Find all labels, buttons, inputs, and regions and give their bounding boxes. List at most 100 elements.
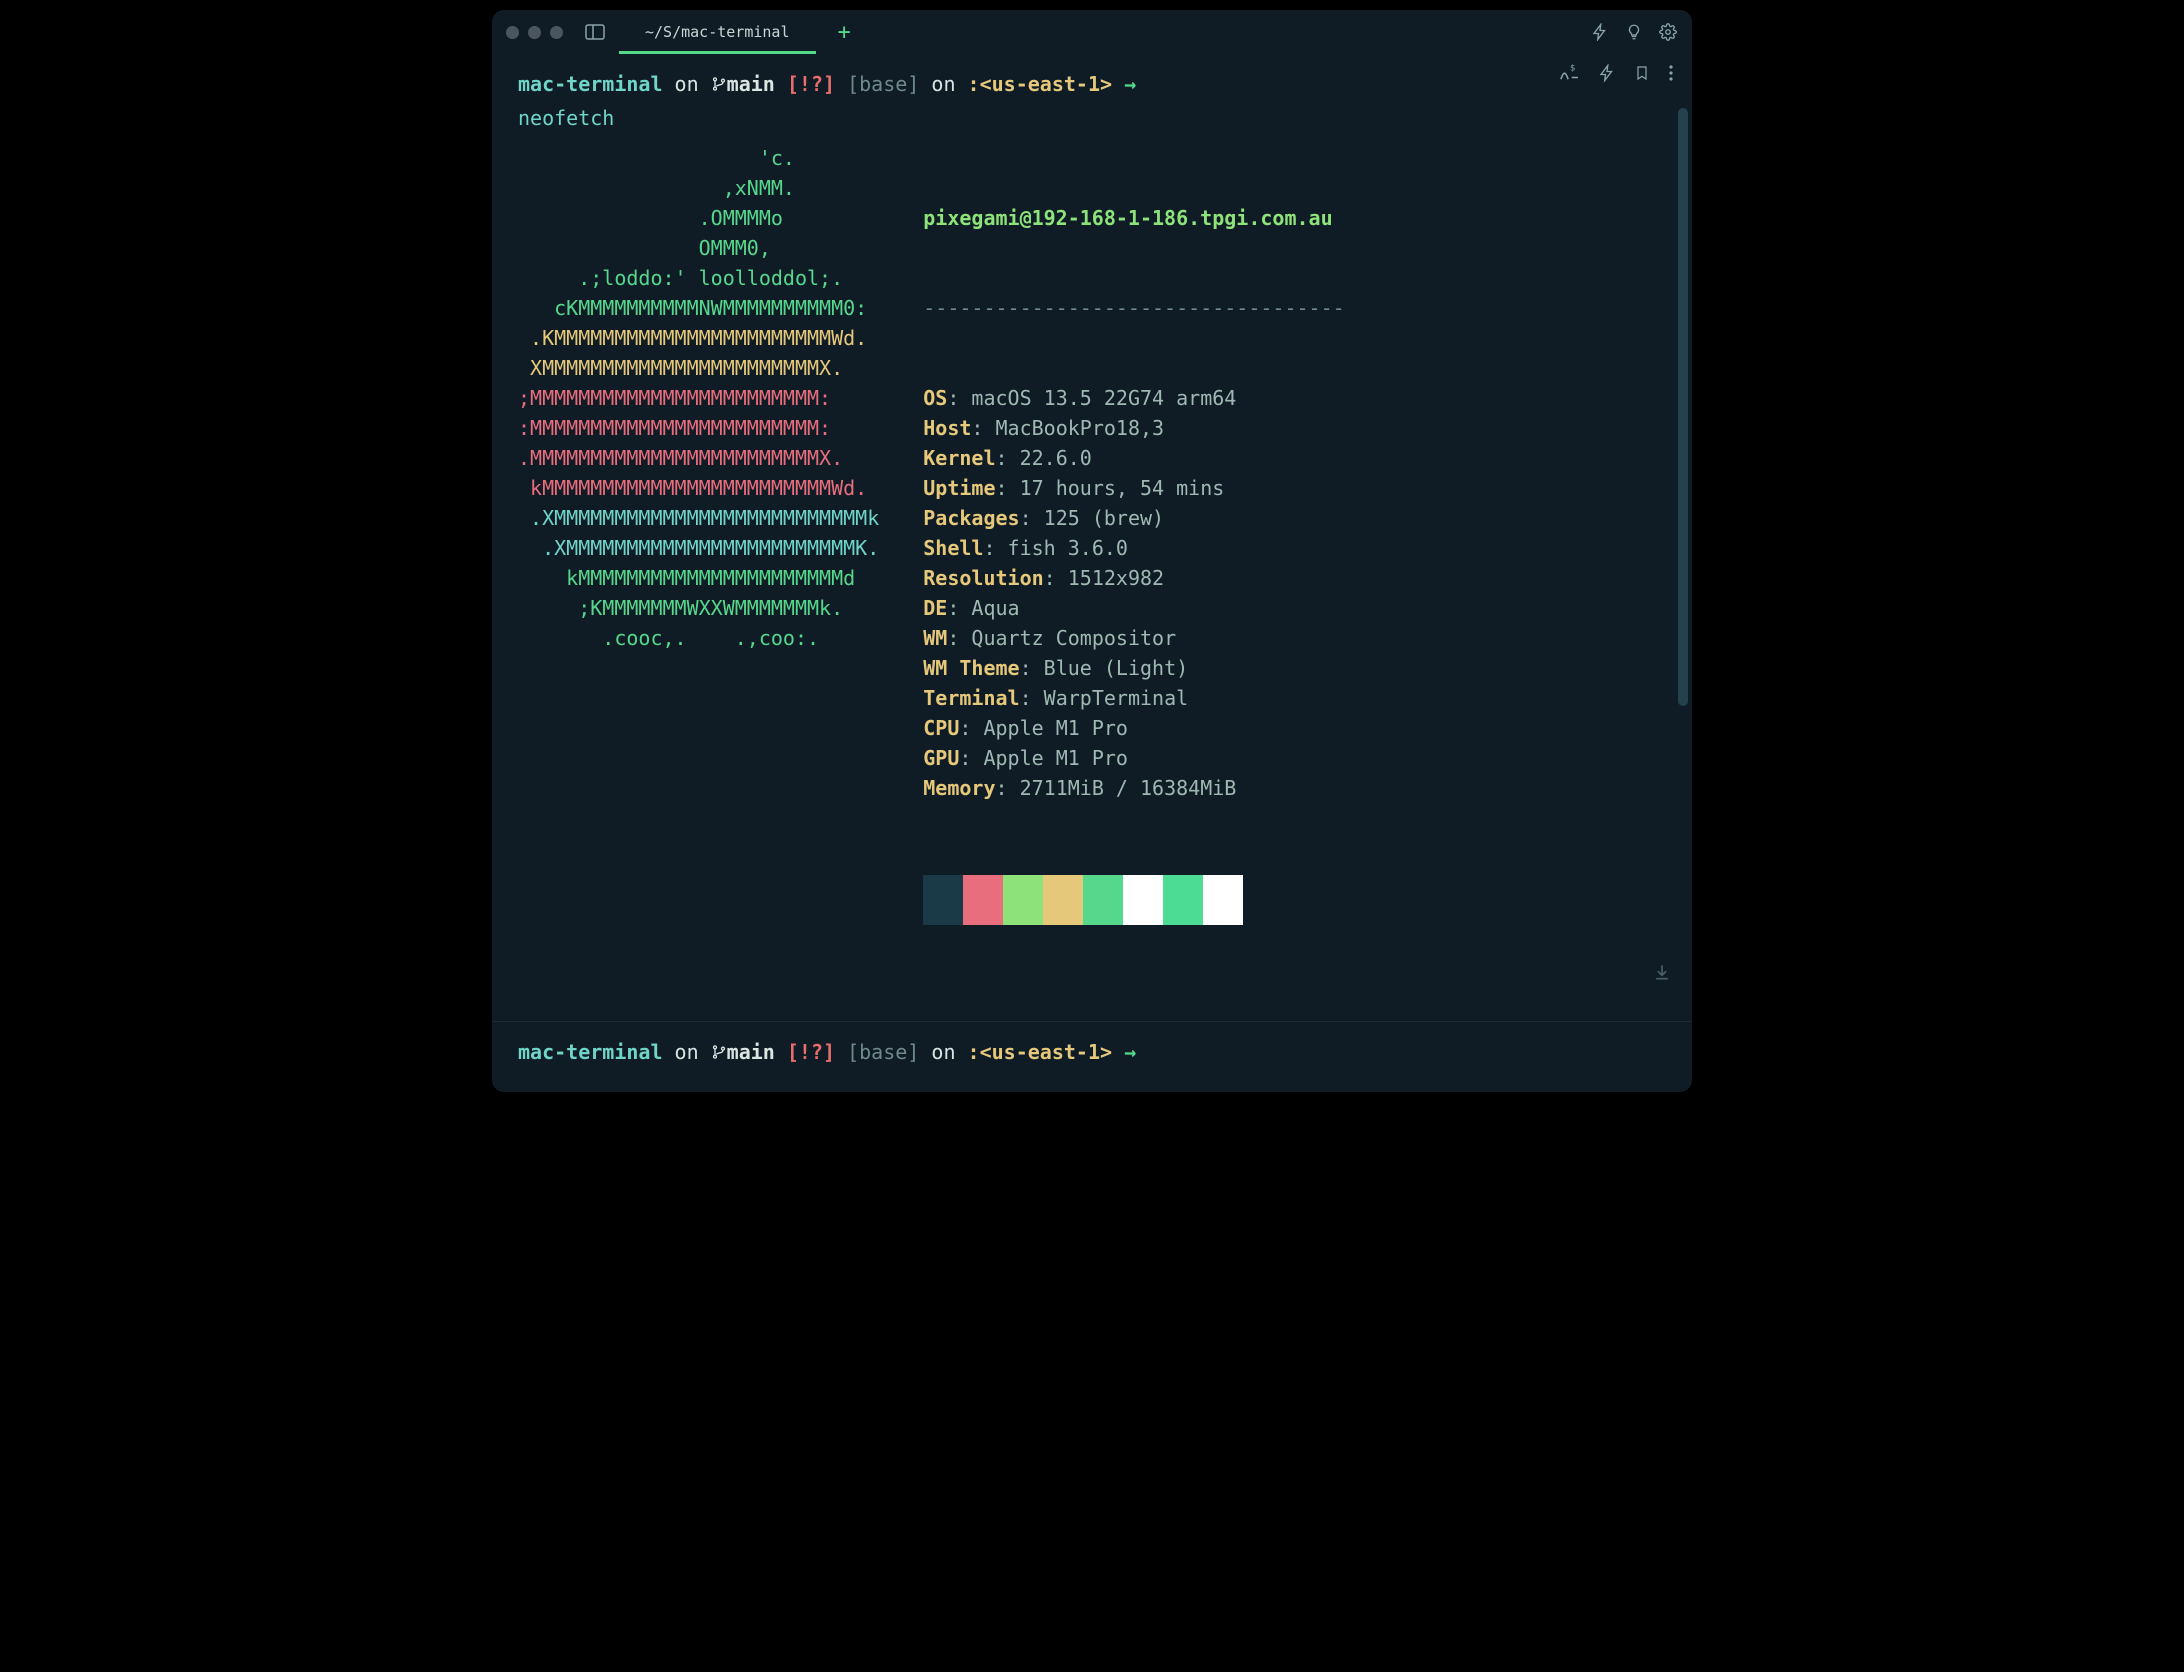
color-swatch — [1003, 875, 1043, 925]
bolt-icon[interactable] — [1598, 64, 1616, 82]
info-row: Resolution: 1512x982 — [923, 563, 1344, 593]
info-key: Memory — [923, 776, 995, 800]
minimize-window-button[interactable] — [528, 26, 541, 39]
info-key: Resolution — [923, 566, 1043, 590]
color-swatch — [1203, 875, 1243, 925]
color-swatch — [1123, 875, 1163, 925]
prompt-on-2: on — [919, 1040, 967, 1064]
info-key: GPU — [923, 746, 959, 770]
ascii-line: .XMMMMMMMMMMMMMMMMMMMMMMMMK. — [518, 533, 879, 563]
color-swatch — [1083, 875, 1123, 925]
info-separator: ----------------------------------- — [923, 296, 1344, 320]
ascii-line: ;KMMMMMMMWXXWMMMMMMMk. — [518, 593, 879, 623]
info-row: GPU: Apple M1 Pro — [923, 743, 1344, 773]
system-info: pixegami@192-168-1-186.tpgi.com.au -----… — [923, 143, 1344, 985]
info-row: Memory: 2711MiB / 16384MiB — [923, 773, 1344, 803]
prompt-env: [base] — [835, 1040, 919, 1064]
prompt-env: [base] — [835, 72, 919, 96]
terminal-window: ~/S/mac-terminal + $ — [492, 10, 1692, 1092]
ascii-line: ;MMMMMMMMMMMMMMMMMMMMMMMM: — [518, 383, 879, 413]
prompt-git-flags: [!?] — [775, 1040, 835, 1064]
prompt-branch: main — [727, 72, 775, 96]
color-swatch — [923, 875, 963, 925]
info-key: Shell — [923, 536, 983, 560]
prompt-line: mac-terminal on main [!?] [base] on :<us… — [518, 70, 1666, 100]
ascii-logo: 'c. ,xNMM. .OMMMMo OMMM0, .;loddo:' lool… — [518, 143, 879, 985]
info-row: OS: macOS 13.5 22G74 arm64 — [923, 383, 1344, 413]
info-value: Apple M1 Pro — [983, 746, 1128, 770]
prompt-branch: main — [727, 1040, 775, 1064]
info-value: fish 3.6.0 — [1008, 536, 1128, 560]
info-row: Terminal: WarpTerminal — [923, 683, 1344, 713]
settings-icon[interactable] — [1658, 22, 1678, 42]
info-key: DE — [923, 596, 947, 620]
titlebar-actions — [1590, 22, 1678, 42]
info-value: 22.6.0 — [1020, 446, 1092, 470]
info-row: Kernel: 22.6.0 — [923, 443, 1344, 473]
scrollbar-thumb[interactable] — [1678, 108, 1688, 706]
ascii-line: kMMMMMMMMMMMMMMMMMMMMMMMMWd. — [518, 473, 879, 503]
maximize-window-button[interactable] — [550, 26, 563, 39]
info-row: CPU: Apple M1 Pro — [923, 713, 1344, 743]
prompt-indicator-icon[interactable]: $ — [1558, 64, 1580, 82]
ascii-line: :MMMMMMMMMMMMMMMMMMMMMMMM: — [518, 413, 879, 443]
info-value: Blue (Light) — [1044, 656, 1189, 680]
tab-current[interactable]: ~/S/mac-terminal — [619, 10, 816, 54]
info-key: WM — [923, 626, 947, 650]
git-branch-icon — [711, 1040, 727, 1064]
new-tab-button[interactable]: + — [824, 20, 865, 45]
scroll-to-bottom-icon[interactable] — [1652, 962, 1672, 982]
close-window-button[interactable] — [506, 26, 519, 39]
info-value: macOS 13.5 22G74 arm64 — [971, 386, 1236, 410]
info-key: Uptime — [923, 476, 995, 500]
neofetch-output: 'c. ,xNMM. .OMMMMo OMMM0, .;loddo:' lool… — [518, 143, 1666, 985]
bolt-icon[interactable] — [1590, 22, 1610, 42]
prompt-dir: mac-terminal — [518, 1040, 663, 1064]
info-value: 17 hours, 54 mins — [1020, 476, 1225, 500]
info-row: Uptime: 17 hours, 54 mins — [923, 473, 1344, 503]
more-menu-icon[interactable] — [1668, 64, 1674, 82]
info-row: DE: Aqua — [923, 593, 1344, 623]
ascii-line: cKMMMMMMMMMMNWMMMMMMMMMM0: — [518, 293, 879, 323]
color-swatches — [923, 875, 1344, 925]
tab-title: ~/S/mac-terminal — [645, 23, 790, 41]
git-branch-icon — [711, 72, 727, 96]
prompt-region-marker: : — [968, 1040, 980, 1064]
info-key: Packages — [923, 506, 1019, 530]
titlebar: ~/S/mac-terminal + — [492, 10, 1692, 54]
ascii-line: XMMMMMMMMMMMMMMMMMMMMMMMX. — [518, 353, 879, 383]
terminal-output-block: mac-terminal on main [!?] [base] on :<us… — [492, 54, 1692, 1011]
ascii-line: .;loddo:' loolloddol;. — [518, 263, 879, 293]
info-key: OS — [923, 386, 947, 410]
info-key: Host — [923, 416, 971, 440]
info-value: 125 (brew) — [1044, 506, 1164, 530]
ascii-line: .cooc,. .,coo:. — [518, 623, 879, 653]
prompt-dir: mac-terminal — [518, 72, 663, 96]
command-text: neofetch — [518, 104, 1666, 134]
info-value: 1512x982 — [1068, 566, 1164, 590]
ascii-line: .KMMMMMMMMMMMMMMMMMMMMMMMWd. — [518, 323, 879, 353]
current-prompt[interactable]: mac-terminal on main [!?] [base] on :<us… — [492, 1022, 1692, 1092]
ascii-line: OMMM0, — [518, 233, 879, 263]
info-key: CPU — [923, 716, 959, 740]
prompt-arrow: → — [1112, 1040, 1148, 1064]
lightbulb-icon[interactable] — [1624, 22, 1644, 42]
info-key: Kernel — [923, 446, 995, 470]
split-panel-icon[interactable] — [585, 24, 605, 40]
info-key: Terminal — [923, 686, 1019, 710]
ascii-line: .OMMMMo — [518, 203, 879, 233]
bookmark-icon[interactable] — [1634, 64, 1650, 82]
scrollbar[interactable] — [1678, 108, 1688, 962]
block-toolbar: $ — [1558, 64, 1674, 82]
prompt-arrow: → — [1112, 72, 1148, 96]
color-swatch — [1163, 875, 1203, 925]
prompt-region-marker: : — [968, 72, 980, 96]
ascii-line: 'c. — [518, 143, 879, 173]
info-value: Quartz Compositor — [971, 626, 1176, 650]
info-value: 2711MiB / 16384MiB — [1020, 776, 1237, 800]
terminal-body: $ mac-terminal on main [!?] [base] on :<… — [492, 54, 1692, 1092]
prompt-line: mac-terminal on main [!?] [base] on :<us… — [518, 1040, 1666, 1064]
ascii-line: kMMMMMMMMMMMMMMMMMMMMMMd — [518, 563, 879, 593]
prompt-on-2: on — [919, 72, 967, 96]
info-user: pixegami@192-168-1-186.tpgi.com.au — [923, 206, 1332, 230]
